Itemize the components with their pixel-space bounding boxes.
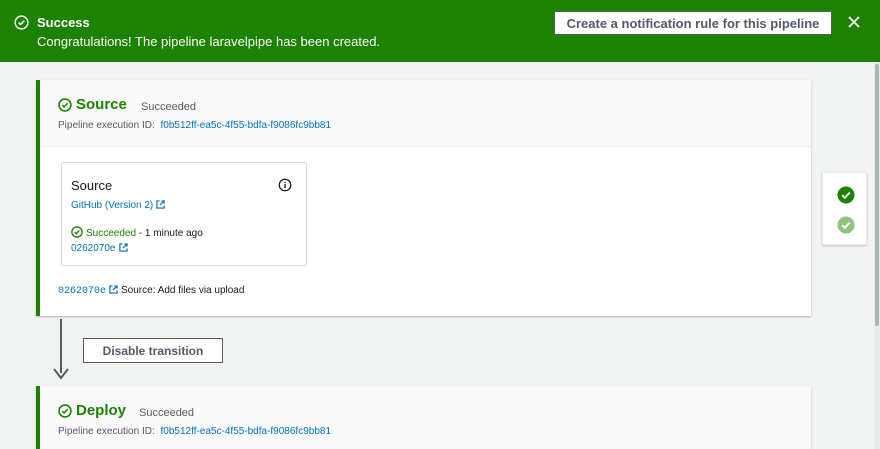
external-link-icon [156,200,165,209]
info-icon[interactable] [278,178,292,192]
action-status-text: Succeeded [86,228,137,239]
check-circle-icon [58,404,72,418]
external-link-icon [118,243,128,252]
execution-id-line: Pipeline execution ID: f0b512ff-ea5c-4f5… [58,426,331,437]
transition-arrow-line [60,319,62,373]
provider-link[interactable]: GitHub (Version 2) [71,200,165,211]
stage-deploy: Deploy Succeeded Pipeline execution ID: … [36,386,811,449]
external-link-icon [109,285,118,294]
flash-title: Success [37,15,90,30]
stage-name: Deploy [76,402,127,419]
check-circle-icon [71,226,83,238]
check-circle-filled-icon[interactable] [837,216,855,234]
action-status: Succeeded - 1 minute ago [71,226,203,239]
stage-name: Source [76,96,127,113]
footer-commit-id: 0262070e [58,286,107,297]
stage-header: Deploy Succeeded Pipeline execution ID: … [40,386,811,449]
action-time: - 1 minute ago [138,228,203,239]
stage-status: Succeeded [141,101,197,113]
create-notification-rule-button[interactable]: Create a notification rule for this pipe… [554,11,832,35]
execution-id-line: Pipeline execution ID: f0b512ff-ea5c-4f5… [58,120,331,131]
execution-id-link[interactable]: f0b512ff-ea5c-4f55-bdfa-f9086fc9bb81 [161,120,332,131]
check-circle-filled-icon[interactable] [837,186,855,204]
footer-commit-message: Source: Add files via upload [121,285,245,296]
check-circle-icon [14,15,29,30]
stage-header: Source Succeeded Pipeline execution ID: … [40,80,811,147]
action-name: Source [71,178,113,193]
close-icon[interactable] [846,14,862,30]
stage-status: Succeeded [139,407,195,419]
stage-source: Source Succeeded Pipeline execution ID: … [36,80,811,316]
page-scrollbar-thumb[interactable] [875,64,879,326]
execution-id-label: Pipeline execution ID: [58,426,155,437]
action-commit-link[interactable]: 0262070e [71,243,128,254]
provider-label: GitHub (Version 2) [71,200,154,211]
action-commit-id: 0262070e [71,243,116,254]
stage-minimap [822,172,867,245]
arrow-down-icon [53,368,69,380]
footer-commit-link[interactable]: 0262070e [58,285,118,297]
stage-footer: 0262070e Source: Add files via upload [58,285,244,297]
execution-id-label: Pipeline execution ID: [58,120,155,131]
success-flash-banner: Success Congratulations! The pipeline la… [0,0,880,62]
action-card-source: Source GitHub (Version 2) Succeeded - 1 … [61,162,307,266]
check-circle-icon [58,98,72,112]
disable-transition-button[interactable]: Disable transition [83,338,223,363]
flash-message: Congratulations! The pipeline laravelpip… [37,34,381,49]
execution-id-link[interactable]: f0b512ff-ea5c-4f55-bdfa-f9086fc9bb81 [161,426,332,437]
